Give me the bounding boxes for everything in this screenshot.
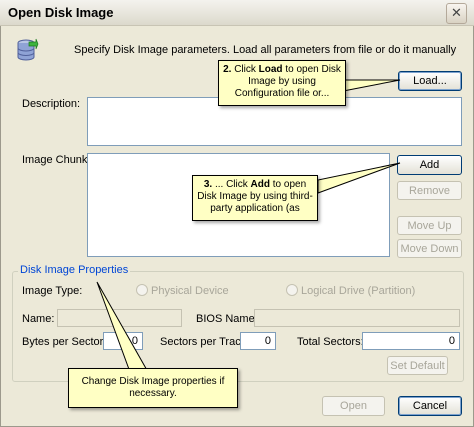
callout-step-number: 3. [203,179,213,190]
add-callout: 3. ... Click Add to open Disk Image by u… [192,175,318,221]
properties-callout: Change Disk Image properties if necessar… [68,368,238,408]
load-callout: 2. Click Load to open Disk Image by usin… [218,60,346,106]
callout-bold: Add [250,179,270,190]
callout-bold: Load [258,64,283,75]
callout-text: ... Click [212,179,251,190]
callout-text: Click [231,64,259,75]
